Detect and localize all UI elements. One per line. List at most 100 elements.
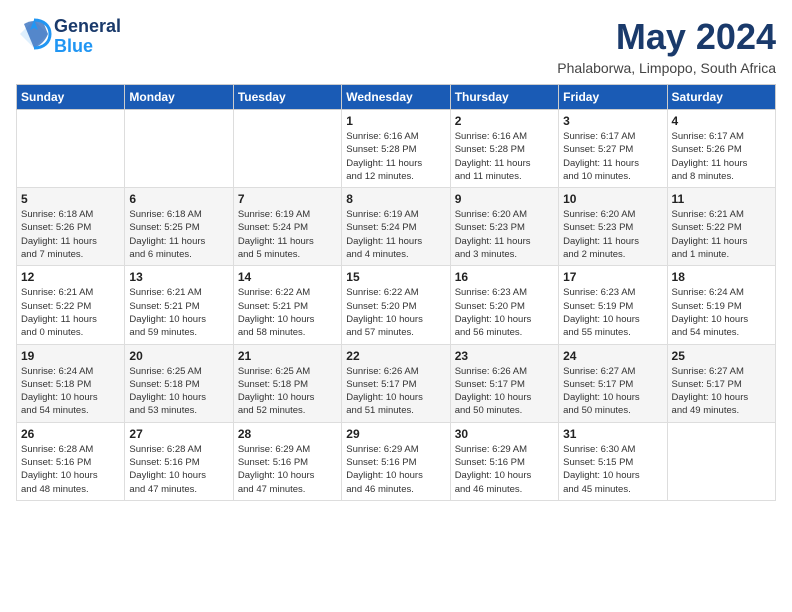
calendar-cell: 29Sunrise: 6:29 AM Sunset: 5:16 PM Dayli…	[342, 422, 450, 500]
calendar-week-4: 19 Sunrise: 6:24 AM Sunset: 5:18 PM Dayli…	[17, 344, 776, 422]
day-number: 15	[346, 270, 445, 284]
day-info: Sunrise: 6:20 AM Sunset: 5:23 PM Dayligh…	[455, 208, 554, 261]
day-info: Sunrise: 6:26 AM Sunset: 5:17 PM Dayligh…	[346, 365, 445, 418]
calendar-cell: 19 Sunrise: 6:24 AM Sunset: 5:18 PM Dayli…	[17, 344, 125, 422]
day-info: Sunrise: 6:21 AM Sunset: 5:22 PM Dayligh…	[21, 286, 120, 339]
day-info: Sunrise: 6:25 AM Sunset: 5:18 PM Dayligh…	[238, 365, 337, 418]
calendar-cell: 20 Sunrise: 6:25 AM Sunset: 5:18 PM Dayli…	[125, 344, 233, 422]
logo-text-line1: General	[54, 17, 121, 37]
day-info: Sunrise: 6:17 AM Sunset: 5:26 PM Dayligh…	[672, 130, 771, 183]
calendar-cell: 14Sunrise: 6:22 AM Sunset: 5:21 PM Dayli…	[233, 266, 341, 344]
calendar-week-3: 12 Sunrise: 6:21 AM Sunset: 5:22 PM Dayli…	[17, 266, 776, 344]
day-info: Sunrise: 6:18 AM Sunset: 5:25 PM Dayligh…	[129, 208, 228, 261]
day-number: 23	[455, 349, 554, 363]
calendar-cell: 31 Sunrise: 6:30 AM Sunset: 5:15 PM Dayli…	[559, 422, 667, 500]
day-info: Sunrise: 6:17 AM Sunset: 5:27 PM Dayligh…	[563, 130, 662, 183]
day-number: 19	[21, 349, 120, 363]
calendar-cell: 22 Sunrise: 6:26 AM Sunset: 5:17 PM Dayli…	[342, 344, 450, 422]
month-title: May 2024	[557, 16, 776, 58]
day-info: Sunrise: 6:30 AM Sunset: 5:15 PM Dayligh…	[563, 443, 662, 496]
day-info: Sunrise: 6:23 AM Sunset: 5:19 PM Dayligh…	[563, 286, 662, 339]
calendar-cell: 24 Sunrise: 6:27 AM Sunset: 5:17 PM Dayli…	[559, 344, 667, 422]
calendar-cell: 13 Sunrise: 6:21 AM Sunset: 5:21 PM Dayli…	[125, 266, 233, 344]
day-number: 28	[238, 427, 337, 441]
calendar-cell: 9 Sunrise: 6:20 AM Sunset: 5:23 PM Daylig…	[450, 188, 558, 266]
day-number: 6	[129, 192, 228, 206]
day-number: 17	[563, 270, 662, 284]
day-info: Sunrise: 6:27 AM Sunset: 5:17 PM Dayligh…	[672, 365, 771, 418]
day-number: 29	[346, 427, 445, 441]
day-info: Sunrise: 6:16 AM Sunset: 5:28 PM Dayligh…	[346, 130, 445, 183]
calendar-header-friday: Friday	[559, 85, 667, 110]
calendar-cell: 28 Sunrise: 6:29 AM Sunset: 5:16 PM Dayli…	[233, 422, 341, 500]
calendar-week-5: 26 Sunrise: 6:28 AM Sunset: 5:16 PM Dayli…	[17, 422, 776, 500]
day-number: 22	[346, 349, 445, 363]
calendar-cell: 4 Sunrise: 6:17 AM Sunset: 5:26 PM Daylig…	[667, 110, 775, 188]
logo-text-line2: Blue	[54, 37, 121, 57]
calendar-cell: 6 Sunrise: 6:18 AM Sunset: 5:25 PM Daylig…	[125, 188, 233, 266]
day-number: 8	[346, 192, 445, 206]
calendar-cell: 15Sunrise: 6:22 AM Sunset: 5:20 PM Dayli…	[342, 266, 450, 344]
calendar-cell: 10Sunrise: 6:20 AM Sunset: 5:23 PM Dayli…	[559, 188, 667, 266]
calendar-cell: 27Sunrise: 6:28 AM Sunset: 5:16 PM Dayli…	[125, 422, 233, 500]
day-info: Sunrise: 6:26 AM Sunset: 5:17 PM Dayligh…	[455, 365, 554, 418]
calendar-cell: 11Sunrise: 6:21 AM Sunset: 5:22 PM Dayli…	[667, 188, 775, 266]
day-info: Sunrise: 6:19 AM Sunset: 5:24 PM Dayligh…	[346, 208, 445, 261]
day-number: 5	[21, 192, 120, 206]
day-number: 3	[563, 114, 662, 128]
calendar-header-sunday: Sunday	[17, 85, 125, 110]
logo: General Blue	[16, 16, 121, 57]
calendar-header-wednesday: Wednesday	[342, 85, 450, 110]
calendar-cell	[125, 110, 233, 188]
calendar-cell: 8 Sunrise: 6:19 AM Sunset: 5:24 PM Daylig…	[342, 188, 450, 266]
calendar-cell: 26 Sunrise: 6:28 AM Sunset: 5:16 PM Dayli…	[17, 422, 125, 500]
day-number: 24	[563, 349, 662, 363]
day-info: Sunrise: 6:27 AM Sunset: 5:17 PM Dayligh…	[563, 365, 662, 418]
calendar-header-thursday: Thursday	[450, 85, 558, 110]
day-number: 12	[21, 270, 120, 284]
calendar-cell: 17 Sunrise: 6:23 AM Sunset: 5:19 PM Dayli…	[559, 266, 667, 344]
day-info: Sunrise: 6:24 AM Sunset: 5:18 PM Dayligh…	[21, 365, 120, 418]
calendar-cell: 7Sunrise: 6:19 AM Sunset: 5:24 PM Daylig…	[233, 188, 341, 266]
day-info: Sunrise: 6:18 AM Sunset: 5:26 PM Dayligh…	[21, 208, 120, 261]
day-number: 18	[672, 270, 771, 284]
calendar-cell: 2 Sunrise: 6:16 AM Sunset: 5:28 PM Daylig…	[450, 110, 558, 188]
calendar-cell: 18Sunrise: 6:24 AM Sunset: 5:19 PM Dayli…	[667, 266, 775, 344]
calendar-week-2: 5 Sunrise: 6:18 AM Sunset: 5:26 PM Daylig…	[17, 188, 776, 266]
day-number: 16	[455, 270, 554, 284]
day-number: 27	[129, 427, 228, 441]
day-info: Sunrise: 6:16 AM Sunset: 5:28 PM Dayligh…	[455, 130, 554, 183]
day-number: 26	[21, 427, 120, 441]
calendar-cell	[667, 422, 775, 500]
day-info: Sunrise: 6:19 AM Sunset: 5:24 PM Dayligh…	[238, 208, 337, 261]
day-number: 31	[563, 427, 662, 441]
day-info: Sunrise: 6:25 AM Sunset: 5:18 PM Dayligh…	[129, 365, 228, 418]
day-info: Sunrise: 6:21 AM Sunset: 5:21 PM Dayligh…	[129, 286, 228, 339]
day-number: 25	[672, 349, 771, 363]
day-info: Sunrise: 6:20 AM Sunset: 5:23 PM Dayligh…	[563, 208, 662, 261]
day-number: 21	[238, 349, 337, 363]
day-info: Sunrise: 6:28 AM Sunset: 5:16 PM Dayligh…	[21, 443, 120, 496]
location: Phalaborwa, Limpopo, South Africa	[557, 60, 776, 76]
day-number: 4	[672, 114, 771, 128]
calendar-cell: 23 Sunrise: 6:26 AM Sunset: 5:17 PM Dayli…	[450, 344, 558, 422]
calendar-header-saturday: Saturday	[667, 85, 775, 110]
day-number: 9	[455, 192, 554, 206]
day-number: 2	[455, 114, 554, 128]
day-number: 14	[238, 270, 337, 284]
day-info: Sunrise: 6:29 AM Sunset: 5:16 PM Dayligh…	[238, 443, 337, 496]
day-number: 13	[129, 270, 228, 284]
calendar-cell: 21 Sunrise: 6:25 AM Sunset: 5:18 PM Dayli…	[233, 344, 341, 422]
calendar-cell: 5 Sunrise: 6:18 AM Sunset: 5:26 PM Daylig…	[17, 188, 125, 266]
day-number: 1	[346, 114, 445, 128]
calendar-cell: 3 Sunrise: 6:17 AM Sunset: 5:27 PM Daylig…	[559, 110, 667, 188]
day-number: 20	[129, 349, 228, 363]
day-number: 30	[455, 427, 554, 441]
calendar-cell: 30 Sunrise: 6:29 AM Sunset: 5:16 PM Dayli…	[450, 422, 558, 500]
title-section: May 2024 Phalaborwa, Limpopo, South Afri…	[557, 16, 776, 76]
calendar-header-row: SundayMondayTuesdayWednesdayThursdayFrid…	[17, 85, 776, 110]
calendar-cell	[233, 110, 341, 188]
day-info: Sunrise: 6:29 AM Sunset: 5:16 PM Dayligh…	[455, 443, 554, 496]
calendar-table: SundayMondayTuesdayWednesdayThursdayFrid…	[16, 84, 776, 501]
day-info: Sunrise: 6:23 AM Sunset: 5:20 PM Dayligh…	[455, 286, 554, 339]
